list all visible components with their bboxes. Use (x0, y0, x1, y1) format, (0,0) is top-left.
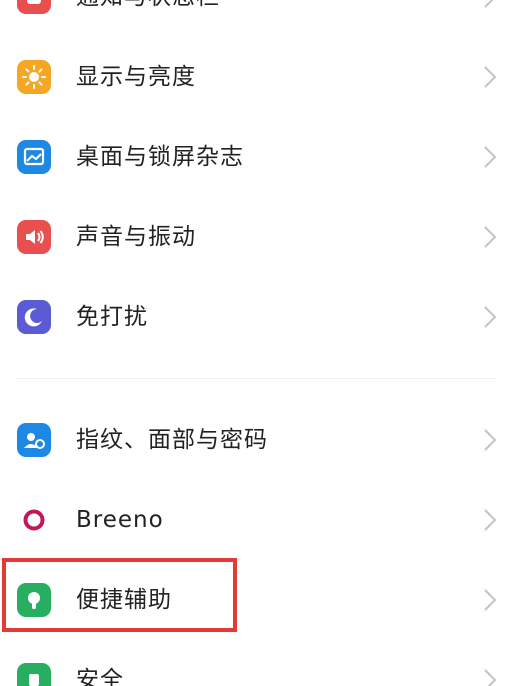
settings-item-breeno[interactable]: Breeno (0, 480, 506, 560)
settings-item-display-brightness[interactable]: 显示与亮度 (0, 37, 506, 117)
settings-item-desktop-lockscreen[interactable]: 桌面与锁屏杂志 (0, 117, 506, 197)
chevron-right-icon (482, 224, 498, 250)
settings-item-security[interactable]: 安全 (0, 640, 506, 686)
security-icon (17, 663, 51, 686)
settings-item-label: 桌面与锁屏杂志 (76, 144, 244, 170)
settings-item-label: 免打扰 (76, 304, 148, 330)
settings-screen: 通知与状态栏 显示与亮度 (0, 0, 506, 686)
settings-item-fingerprint-face-password[interactable]: 指纹、面部与密码 (0, 400, 506, 480)
section-divider (17, 378, 496, 379)
settings-item-do-not-disturb[interactable]: 免打扰 (0, 277, 506, 357)
notification-icon (17, 0, 51, 14)
chevron-right-icon (482, 667, 498, 686)
settings-item-label: 通知与状态栏 (76, 0, 220, 12)
chevron-right-icon (482, 587, 498, 613)
settings-item-label: 指纹、面部与密码 (76, 427, 268, 453)
highlight-box (2, 558, 237, 632)
chevron-right-icon (482, 64, 498, 90)
settings-item-notifications[interactable]: 通知与状态栏 (0, 0, 506, 37)
speaker-icon (17, 220, 51, 254)
settings-item-label: 声音与振动 (76, 224, 196, 250)
chevron-right-icon (482, 427, 498, 453)
fingerprint-face-icon (17, 423, 51, 457)
settings-item-sound-vibration[interactable]: 声音与振动 (0, 197, 506, 277)
chevron-right-icon (482, 0, 498, 10)
moon-icon (17, 300, 51, 334)
settings-item-label: Breeno (76, 507, 164, 533)
breeno-icon (17, 503, 51, 537)
chevron-right-icon (482, 507, 498, 533)
chevron-right-icon (482, 144, 498, 170)
settings-item-label: 安全 (76, 667, 124, 686)
sun-icon (17, 60, 51, 94)
chevron-right-icon (482, 304, 498, 330)
wallpaper-icon (17, 140, 51, 174)
settings-item-label: 显示与亮度 (76, 64, 196, 90)
